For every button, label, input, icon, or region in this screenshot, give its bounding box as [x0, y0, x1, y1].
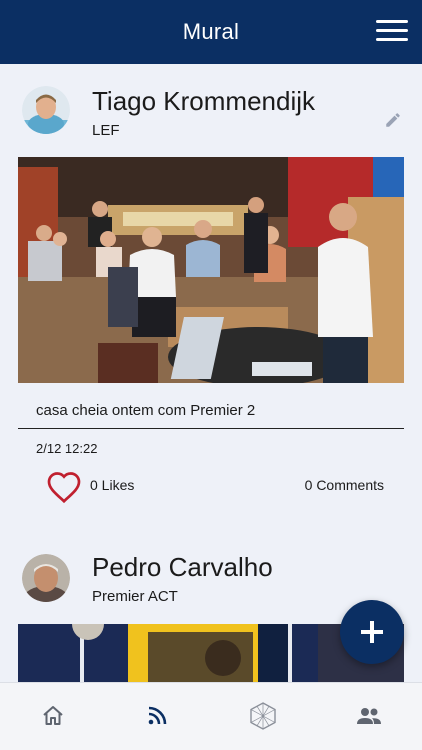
- author-organization: LEF: [92, 122, 120, 139]
- avatar[interactable]: [22, 86, 70, 134]
- divider: [18, 428, 404, 429]
- avatar[interactable]: [22, 554, 70, 602]
- app-root: Mural Tiago Krommendijk LEF casa cheia o…: [0, 0, 422, 750]
- post-caption: casa cheia ontem com Premier 2: [36, 402, 256, 419]
- hexagon-network-icon[interactable]: [248, 701, 278, 731]
- likes-count: 0 Likes: [90, 477, 135, 493]
- author-organization: Premier ACT: [92, 588, 178, 605]
- add-post-button[interactable]: [340, 600, 404, 664]
- page-title: Mural: [182, 19, 240, 44]
- comments-count[interactable]: 0 Comments: [305, 477, 384, 493]
- pencil-icon[interactable]: [384, 111, 402, 129]
- hamburger-menu-icon[interactable]: [376, 20, 408, 44]
- rss-feed-icon[interactable]: [142, 701, 172, 731]
- feed-list[interactable]: Tiago Krommendijk LEF casa cheia ontem c…: [0, 64, 422, 682]
- heart-outline-icon[interactable]: [46, 470, 82, 504]
- post-timestamp: 2/12 12:22: [36, 441, 98, 456]
- home-icon[interactable]: [38, 701, 68, 731]
- bottom-navigation: [0, 682, 422, 750]
- post-photo[interactable]: [18, 157, 404, 383]
- plus-icon: [361, 621, 383, 643]
- top-app-bar: Mural: [0, 0, 422, 64]
- author-name[interactable]: Pedro Carvalho: [92, 552, 273, 583]
- post-card: Tiago Krommendijk LEF casa cheia ontem c…: [0, 64, 422, 534]
- author-name[interactable]: Tiago Krommendijk: [92, 86, 315, 117]
- people-icon[interactable]: [354, 701, 384, 731]
